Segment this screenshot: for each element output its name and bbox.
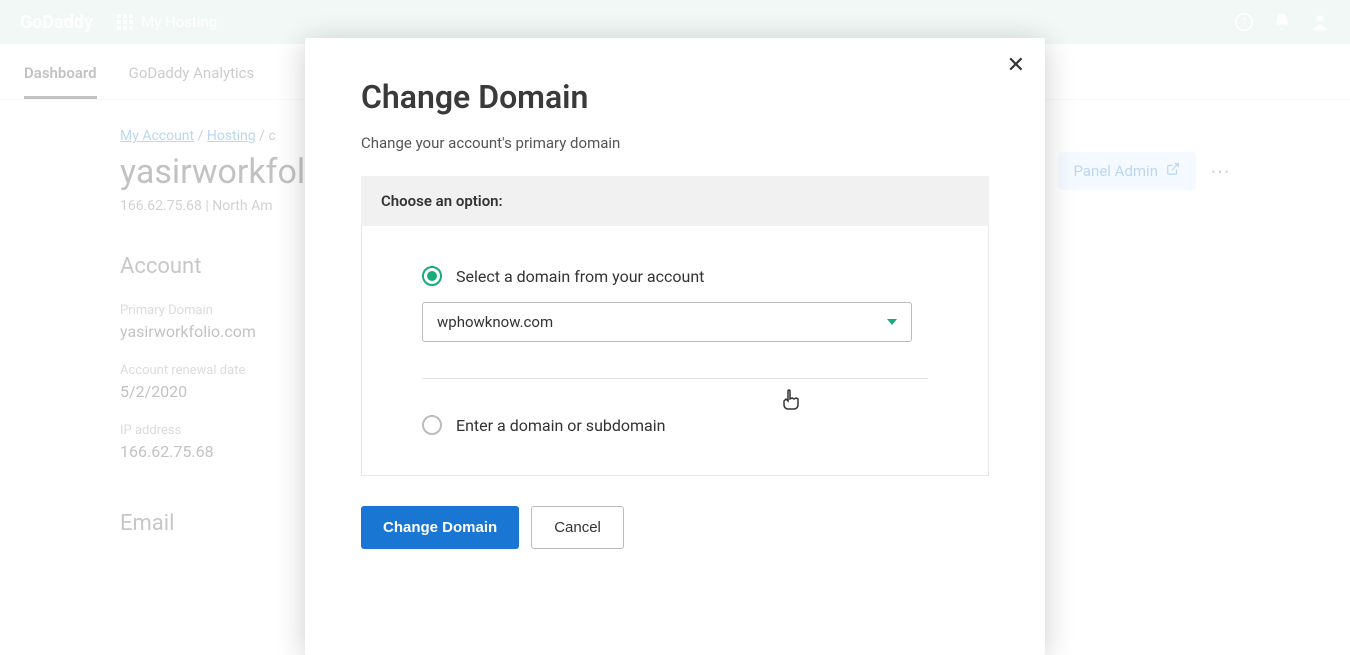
radio-unselected-icon <box>422 415 442 435</box>
modal-actions: Change Domain Cancel <box>305 506 1045 579</box>
cancel-button[interactable]: Cancel <box>531 506 624 549</box>
change-domain-modal: ✕ Change Domain Change your account's pr… <box>305 38 1045 655</box>
radio-select-domain[interactable]: Select a domain from your account <box>422 266 928 286</box>
modal-overlay[interactable]: ✕ Change Domain Change your account's pr… <box>0 0 1350 655</box>
radio-selected-icon <box>422 266 442 286</box>
choose-option-header: Choose an option: <box>361 176 989 226</box>
domain-dropdown[interactable]: wphowknow.com <box>422 302 912 342</box>
close-button[interactable]: ✕ <box>1007 52 1025 78</box>
divider <box>422 378 928 379</box>
radio-enter-domain[interactable]: Enter a domain or subdomain <box>422 415 928 435</box>
selected-domain: wphowknow.com <box>437 313 553 331</box>
modal-title: Change Domain <box>361 78 989 116</box>
chevron-down-icon <box>887 319 897 325</box>
change-domain-button[interactable]: Change Domain <box>361 506 519 549</box>
radio-enter-label: Enter a domain or subdomain <box>456 416 665 435</box>
close-icon: ✕ <box>1007 52 1025 77</box>
modal-subtitle: Change your account's primary domain <box>361 134 989 152</box>
option-body: Select a domain from your account wphowk… <box>361 226 989 476</box>
radio-select-label: Select a domain from your account <box>456 267 704 286</box>
